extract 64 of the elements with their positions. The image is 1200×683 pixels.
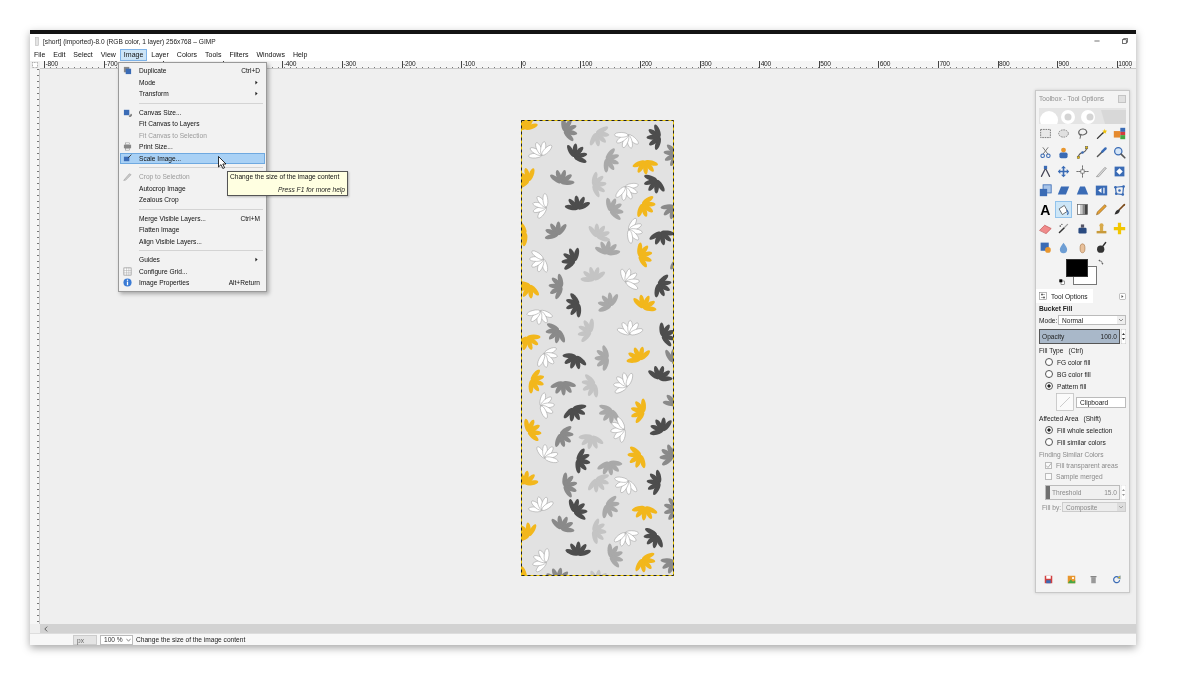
- scroll-left-icon[interactable]: [44, 625, 48, 632]
- radio-button[interactable]: [1045, 382, 1053, 390]
- lasso-icon: [1076, 127, 1089, 140]
- chevron-down-icon: [1117, 503, 1125, 511]
- stamp-icon: [1094, 222, 1108, 235]
- submenu-arrow-icon: [255, 257, 258, 263]
- restore-icon[interactable]: [1122, 38, 1128, 44]
- slider-box-icon: [1039, 292, 1047, 300]
- duplicate-icon: [123, 66, 132, 76]
- airbrush-icon: [1057, 222, 1071, 235]
- brush-icon: [1113, 203, 1127, 216]
- radio-button[interactable]: [1045, 438, 1053, 446]
- pan-icon: [1094, 241, 1108, 254]
- path-nodes-icon: [1076, 146, 1089, 159]
- horizontal-scrollbar[interactable]: [40, 624, 1136, 633]
- picture-icon[interactable]: [1066, 574, 1076, 584]
- cross-shape-icon: [1113, 222, 1127, 235]
- ink-bottle-icon: [1076, 222, 1089, 235]
- trash-icon[interactable]: [1089, 574, 1099, 584]
- mouse-cursor-icon: [218, 156, 227, 169]
- radio-button[interactable]: [1045, 426, 1053, 434]
- dashed-ellipse-icon: [1057, 127, 1071, 140]
- window-icon: [35, 36, 39, 46]
- caliper-icon: [1038, 165, 1052, 178]
- color-squares-icon: [1113, 127, 1127, 140]
- printer-icon: [123, 142, 132, 152]
- tool-button[interactable]: A: [1036, 201, 1054, 218]
- resize-square-icon: [123, 107, 132, 117]
- reset-icon[interactable]: [1111, 574, 1121, 584]
- spin-arrows-icon[interactable]: [1121, 328, 1126, 344]
- wand-icon: [1094, 127, 1108, 140]
- bucket-icon: [1057, 203, 1071, 216]
- eraser-icon: [1038, 222, 1052, 235]
- trapezoid-icon: [1076, 184, 1089, 197]
- crosshair-icon: [1076, 165, 1089, 178]
- node-polygon-icon: [1113, 184, 1127, 197]
- triangle-bar-square-icon: [1094, 184, 1108, 197]
- move-arrows-icon: [1057, 165, 1071, 178]
- tool-button[interactable]: [1074, 201, 1091, 218]
- gradient-icon: [1076, 203, 1089, 216]
- scissors-icon: [1038, 146, 1052, 159]
- blade-icon: [123, 172, 132, 182]
- pencil-icon: [1094, 203, 1108, 216]
- pattern-swatch-icon[interactable]: [1056, 393, 1074, 411]
- radio-button[interactable]: [1045, 370, 1053, 378]
- square-arrow-icon: [123, 153, 132, 163]
- diamond-square-icon: [1113, 165, 1127, 178]
- reset-colors-icon[interactable]: [1059, 279, 1065, 285]
- fg-bg-colors-icon[interactable]: [1066, 259, 1097, 285]
- checkmark-icon: [1045, 462, 1052, 469]
- blade-icon: [1094, 165, 1108, 178]
- nested-squares-icon: [1038, 184, 1052, 197]
- radio-button[interactable]: [1045, 358, 1053, 366]
- swap-arrow-icon[interactable]: [1098, 259, 1104, 265]
- dashed-rectangle-icon: [1038, 127, 1052, 140]
- floppy-icon[interactable]: [1044, 574, 1053, 584]
- parallelogram-icon: [1057, 184, 1071, 197]
- capsule-icon: [1076, 241, 1089, 254]
- chevron-down-icon: [1117, 316, 1125, 324]
- eyedropper-icon: [1094, 146, 1108, 159]
- info-icon: [123, 278, 132, 288]
- magnifier-icon: [1113, 146, 1127, 159]
- grid-icon: [123, 266, 132, 276]
- figure-icon: [1057, 146, 1071, 159]
